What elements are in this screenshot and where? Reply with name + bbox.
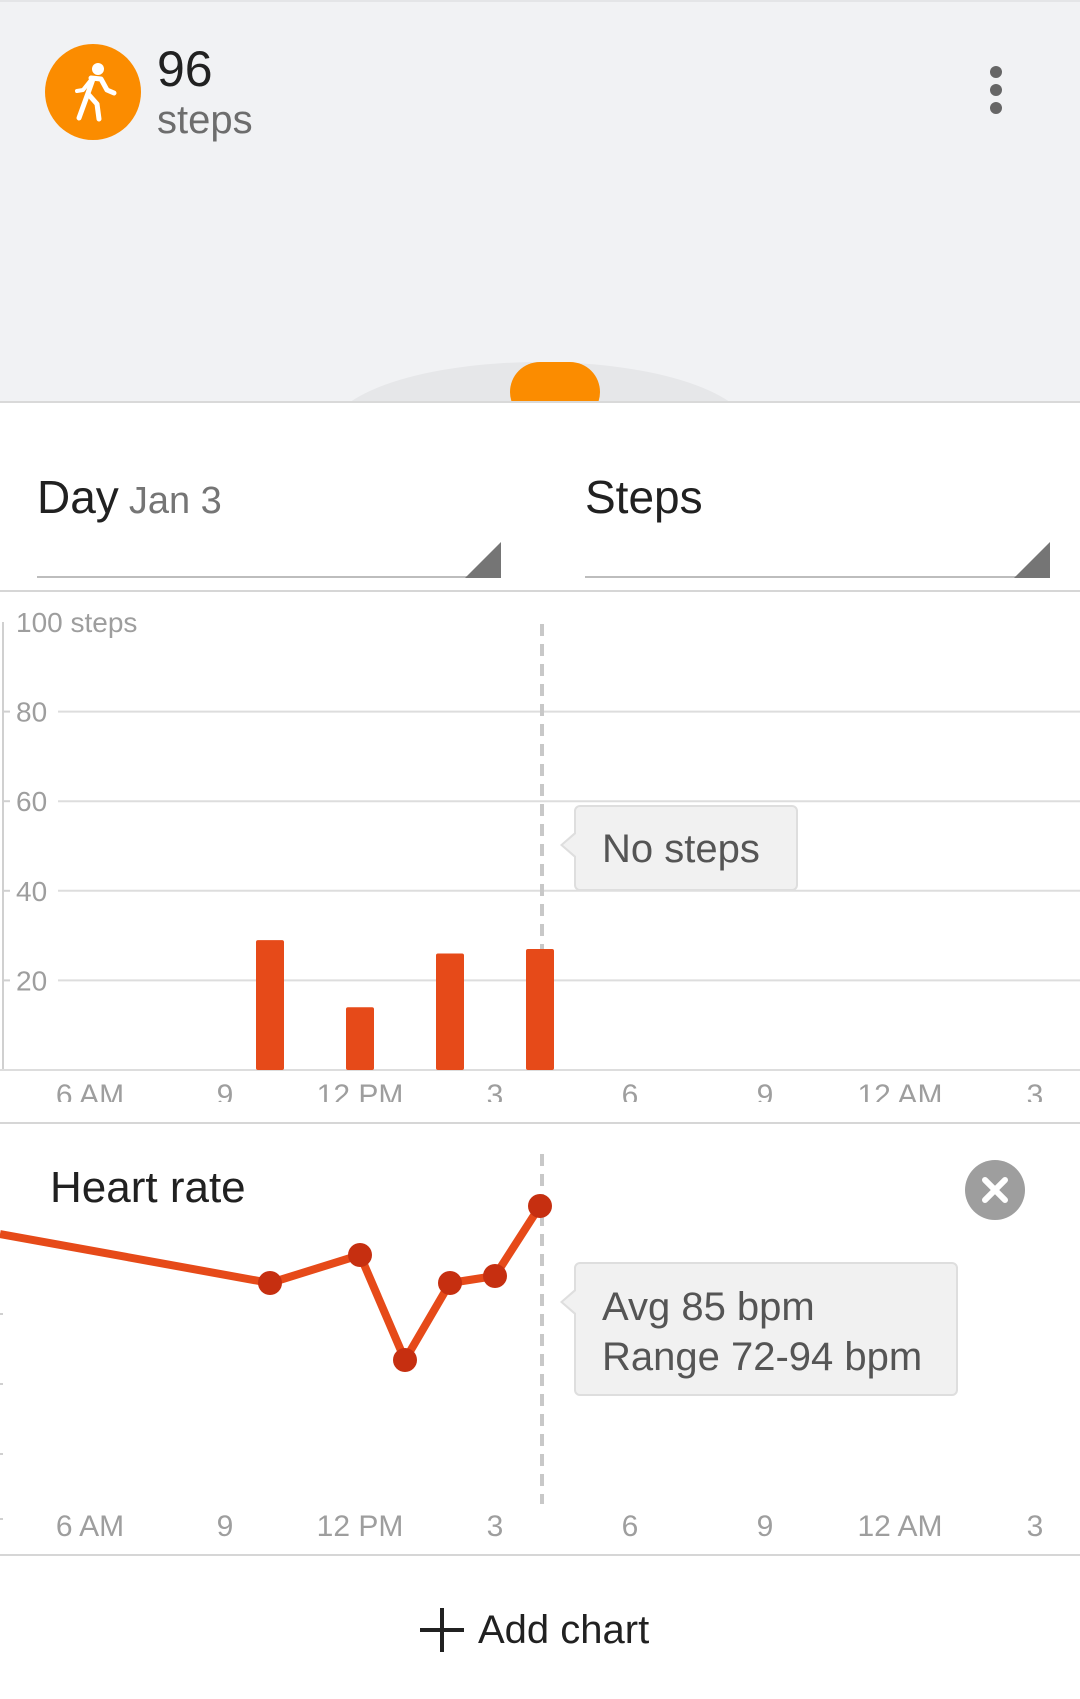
x-tick-label: 3: [487, 1079, 504, 1102]
y-tick-label: 40: [16, 876, 47, 907]
y-tick-label: 80: [16, 697, 47, 728]
heart-rate-point: [393, 1348, 417, 1372]
x-tick-label: 9: [757, 1510, 774, 1543]
walking-person-icon: [75, 63, 117, 122]
period-label: Day: [37, 471, 119, 523]
overflow-menu-icon[interactable]: [978, 60, 1014, 120]
x-tick-label: 9: [757, 1079, 774, 1102]
heart-rate-point: [528, 1194, 552, 1218]
x-tick-label: 12 PM: [317, 1510, 404, 1543]
y-axis-unit-label: 100 steps: [16, 607, 137, 638]
close-icon: [982, 1177, 1008, 1203]
x-tick-label: 3: [487, 1510, 504, 1543]
heart-rate-point: [483, 1264, 507, 1288]
add-chart-label: Add chart: [478, 1607, 650, 1652]
drag-handle[interactable]: [510, 362, 600, 401]
activity-badge: [45, 44, 141, 140]
x-tick-label: 6: [622, 1079, 639, 1102]
add-chart-button[interactable]: Add chart: [420, 1600, 649, 1660]
close-chart-button[interactable]: [965, 1160, 1025, 1220]
divider: [0, 1554, 1080, 1556]
heart-rate-range: Range 72-94 bpm: [602, 1335, 923, 1379]
heart-rate-point: [258, 1271, 282, 1295]
heart-rate-point: [348, 1243, 372, 1267]
steps-tooltip-text: No steps: [602, 827, 760, 871]
heart-rate-title: Heart rate: [50, 1163, 246, 1212]
y-tick-label: 20: [16, 965, 47, 996]
x-tick-label: 6: [622, 1510, 639, 1543]
steps-tooltip: No steps: [560, 805, 798, 891]
step-bar: [256, 940, 284, 1070]
dropdown-arrow-icon: [465, 542, 501, 578]
period-date: Jan 3: [128, 480, 222, 522]
dropdown-arrow-icon: [1014, 542, 1050, 578]
steps-unit-label: steps: [157, 98, 253, 142]
plus-icon: [420, 1608, 464, 1652]
step-bar: [346, 1007, 374, 1070]
x-tick-label: 3: [1027, 1510, 1044, 1543]
heart-rate-tooltip: Avg 85 bpm Range 72-94 bpm: [560, 1262, 958, 1396]
x-tick-label: 9: [217, 1079, 234, 1102]
x-tick-label: 9: [217, 1510, 234, 1543]
metric-underline: [585, 576, 1050, 578]
heart-rate-point: [438, 1271, 462, 1295]
x-tick-label: 6 AM: [56, 1079, 124, 1102]
x-tick-label: 3: [1027, 1079, 1044, 1102]
x-tick-label: 12 AM: [857, 1079, 942, 1102]
period-underline: [37, 576, 501, 578]
x-tick-label: 6 AM: [56, 1510, 124, 1543]
summary-header: 96 steps: [0, 0, 1080, 403]
metric-selector[interactable]: Steps: [585, 470, 1050, 580]
steps-count: 96: [157, 41, 213, 97]
step-bar: [526, 949, 554, 1070]
heart-rate-avg: Avg 85 bpm: [602, 1285, 815, 1329]
metric-label: Steps: [585, 471, 703, 523]
period-selector[interactable]: Day Jan 3: [37, 470, 501, 580]
x-tick-label: 12 AM: [857, 1510, 942, 1543]
x-tick-label: 12 PM: [317, 1079, 404, 1102]
steps-chart[interactable]: 100 steps 80 60 40 20 6 AM 9 12 PM 3 6 9 12 AM 3: [0, 592, 1080, 1102]
y-tick-label: 60: [16, 786, 47, 817]
step-bar: [436, 953, 464, 1070]
